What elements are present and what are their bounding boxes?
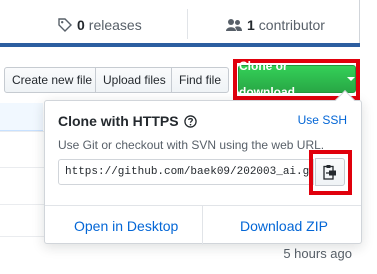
create-new-file-button[interactable]: Create new file <box>4 67 101 93</box>
releases-label: releases <box>88 17 142 33</box>
clone-url-input[interactable]: https://github.com/baek09/202003_ai.git <box>58 159 314 185</box>
clone-button-label: Clone or download <box>239 59 295 99</box>
question-circle-icon[interactable] <box>183 114 197 128</box>
language-bar <box>0 43 360 47</box>
open-in-desktop-link[interactable]: Open in Desktop <box>74 218 178 234</box>
file-row-divider <box>0 167 44 168</box>
use-ssh-link[interactable]: Use SSH <box>298 113 347 127</box>
contributors-label: contributor <box>258 17 325 33</box>
releases-count: 0 <box>77 17 85 33</box>
file-list-header <box>0 103 43 131</box>
clone-panel-footer: Open in Desktop Download ZIP <box>45 205 361 245</box>
releases-link[interactable]: 0 releases <box>58 17 142 33</box>
find-file-button[interactable]: Find file <box>171 67 230 93</box>
contributors-link[interactable]: 1 contributor <box>226 17 325 33</box>
clone-dropdown-panel: Clone with HTTPS Use SSH Use Git or chec… <box>44 90 362 245</box>
clone-title-text: Clone with HTTPS <box>58 113 179 129</box>
clone-or-download-button[interactable]: Clone or download <box>238 59 356 99</box>
tag-icon <box>58 18 72 32</box>
copy-url-button[interactable] <box>315 158 345 186</box>
contributors-count: 1 <box>247 17 255 33</box>
repo-stats-bar: 0 releases 1 contributor <box>0 0 360 47</box>
file-row-divider <box>0 204 44 205</box>
clone-panel-title: Clone with HTTPS <box>58 113 197 129</box>
commit-timestamp: 5 hours ago <box>283 246 352 261</box>
upload-files-button[interactable]: Upload files <box>95 67 174 93</box>
stats-divider <box>187 9 188 39</box>
caret-down-icon <box>347 77 355 81</box>
clipboard-icon <box>323 165 336 180</box>
footer-divider <box>202 206 203 245</box>
download-zip-link[interactable]: Download ZIP <box>240 218 328 234</box>
people-icon <box>226 19 242 31</box>
clone-description: Use Git or checkout with SVN using the w… <box>58 138 325 152</box>
file-row-divider <box>0 131 44 132</box>
